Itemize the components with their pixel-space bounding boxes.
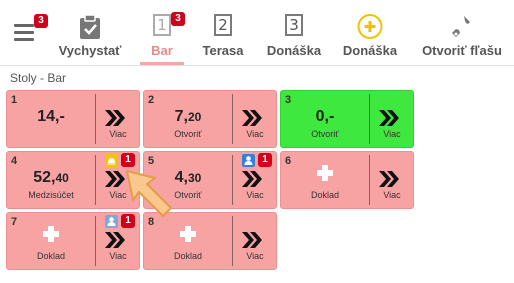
open-label: Otvoriť bbox=[311, 129, 339, 139]
double-chevron-right-icon[interactable] bbox=[103, 169, 125, 189]
tool-label: Vychystať bbox=[58, 43, 122, 58]
amount-main: 7, bbox=[174, 108, 188, 125]
more-button[interactable]: Viac bbox=[233, 251, 277, 261]
tile-badge: 1 bbox=[258, 153, 272, 167]
tab-terasa[interactable]: 2 Terasa bbox=[198, 12, 248, 62]
table-amount: 7,20 bbox=[144, 108, 232, 126]
tool-label: Otvoriť fľašu bbox=[422, 43, 502, 58]
amount-decimals: 20 bbox=[187, 110, 202, 124]
tile-badge: 1 bbox=[121, 153, 135, 167]
plus-icon bbox=[317, 165, 333, 181]
pointer-arrow-icon bbox=[126, 170, 172, 217]
person-icon bbox=[242, 154, 255, 167]
amount-decimals: 40 bbox=[55, 171, 69, 185]
double-chevron-right-icon[interactable] bbox=[377, 108, 399, 128]
table-tile-1[interactable]: 1 14,- Viac bbox=[6, 90, 140, 148]
tool-label: Donáška bbox=[266, 43, 322, 58]
bell-icon bbox=[105, 154, 118, 167]
toolbar: 3 Vychystať 1 3 Bar 2 Terasa 3 Donáška D… bbox=[0, 0, 514, 66]
clipboard-check-icon bbox=[80, 14, 100, 39]
tool-vychystat[interactable]: Vychystať bbox=[56, 12, 124, 62]
double-chevron-right-icon[interactable] bbox=[377, 169, 399, 189]
table-number: 1 bbox=[11, 94, 18, 106]
tool-label: Bar bbox=[151, 43, 173, 58]
open-label: Otvoriť bbox=[174, 129, 202, 139]
menu-button[interactable]: 3 bbox=[8, 14, 48, 54]
active-underline bbox=[140, 62, 184, 65]
table-tile-7[interactable]: 7 Doklad 1 Viac bbox=[6, 212, 140, 270]
receipt-label: Doklad bbox=[310, 190, 339, 200]
more-button[interactable]: Viac bbox=[233, 190, 277, 200]
new-donaska-button[interactable]: Donáška bbox=[338, 12, 402, 62]
double-chevron-right-icon[interactable] bbox=[103, 108, 125, 128]
table-number: 6 bbox=[285, 155, 292, 167]
double-chevron-right-icon[interactable] bbox=[103, 230, 125, 250]
more-button[interactable]: Viac bbox=[370, 129, 414, 139]
more-button[interactable]: Viac bbox=[370, 190, 414, 200]
tab-badge: 3 bbox=[171, 12, 185, 26]
table-tile-4[interactable]: 4 52,40 Medzisúčet 1 Viac bbox=[6, 151, 140, 209]
more-button[interactable]: Viac bbox=[96, 251, 140, 261]
table-tile-3[interactable]: 3 0,- Otvoriť Viac bbox=[280, 90, 414, 148]
receipt-label: Doklad bbox=[36, 251, 65, 261]
person-icon bbox=[105, 215, 118, 228]
table-number-icon: 1 bbox=[153, 14, 171, 36]
section-title: Stoly - Bar bbox=[10, 71, 67, 85]
table-tile-6[interactable]: 6 Doklad Viac bbox=[280, 151, 414, 209]
table-number: 2 bbox=[148, 94, 155, 106]
menu-badge: 3 bbox=[34, 14, 48, 28]
table-amount: 52,40 bbox=[7, 169, 95, 187]
tool-label: Terasa bbox=[202, 43, 244, 58]
table-number-icon: 2 bbox=[214, 14, 232, 36]
more-button[interactable]: Viac bbox=[233, 129, 277, 139]
plus-icon bbox=[43, 226, 59, 242]
table-number: 3 bbox=[285, 94, 292, 106]
plus-icon bbox=[180, 226, 196, 242]
table-tile-2[interactable]: 2 7,20 Otvoriť Viac bbox=[143, 90, 277, 148]
table-number: 7 bbox=[11, 216, 18, 228]
tool-label: Donáška bbox=[342, 43, 398, 58]
tab-donaska[interactable]: 3 Donáška bbox=[262, 12, 326, 62]
open-bottle-button[interactable]: Otvoriť fľašu bbox=[416, 12, 508, 62]
table-amount: 0,- bbox=[315, 108, 335, 125]
double-chevron-right-icon[interactable] bbox=[240, 230, 262, 250]
bottle-opener-icon bbox=[452, 16, 470, 37]
receipt-label: Doklad bbox=[173, 251, 202, 261]
tab-bar[interactable]: 1 3 Bar bbox=[134, 12, 190, 65]
table-number: 4 bbox=[11, 155, 18, 167]
double-chevron-right-icon[interactable] bbox=[240, 108, 262, 128]
subtotal-label: Medzisúčet bbox=[28, 190, 74, 200]
table-number: 5 bbox=[148, 155, 155, 167]
table-amount: 14,- bbox=[37, 108, 65, 125]
plus-circle-icon bbox=[357, 14, 383, 39]
table-number-icon: 3 bbox=[285, 14, 303, 36]
amount-main: 52, bbox=[33, 169, 56, 186]
more-button[interactable]: Viac bbox=[96, 129, 140, 139]
amount-decimals: 30 bbox=[187, 171, 202, 185]
double-chevron-right-icon[interactable] bbox=[240, 169, 262, 189]
